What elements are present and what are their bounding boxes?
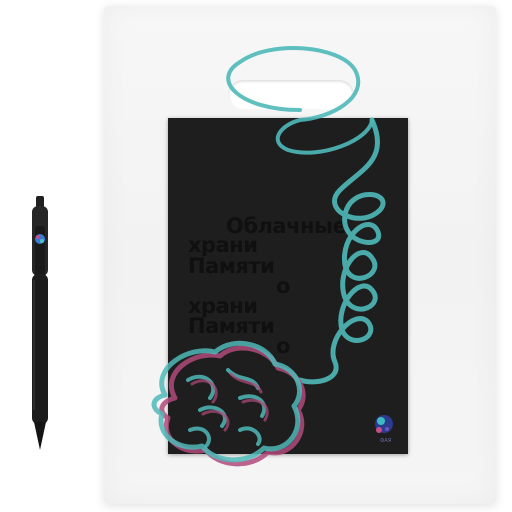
cover-text-line-2: храни xyxy=(188,235,258,256)
book-logo-icon xyxy=(375,415,393,433)
book-logo-label: ФАЯ xyxy=(380,438,392,444)
cover-text-line-7: о xyxy=(276,336,290,357)
cover-text-line-5: храни xyxy=(188,296,258,317)
pen xyxy=(32,196,48,450)
cover-text-line-6: Памяти xyxy=(188,316,275,337)
bag-handle-cutout xyxy=(228,80,354,110)
cover-text-line-1: Облачные xyxy=(226,216,347,237)
cover-text-line-4: о xyxy=(276,276,290,297)
notebook: Облачные храни Памяти о храни Памяти о Ф… xyxy=(168,118,408,454)
product-mockup-scene: Облачные храни Памяти о храни Памяти о Ф… xyxy=(0,0,512,512)
cover-text-line-3: Памяти xyxy=(188,256,275,277)
